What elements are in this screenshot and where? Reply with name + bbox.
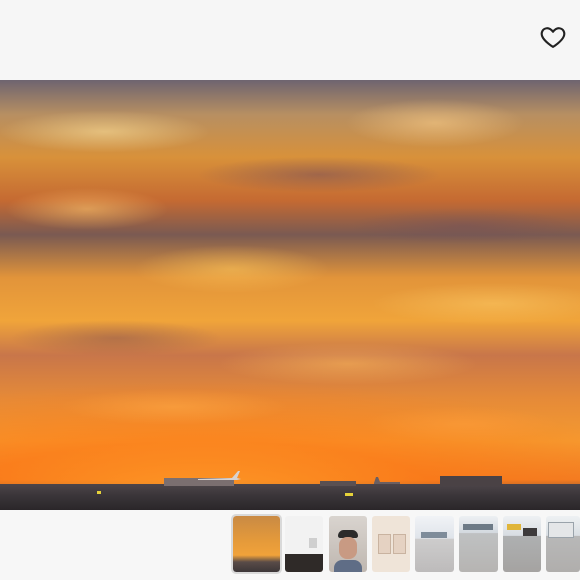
- hangar-building: [440, 476, 502, 486]
- thumb-yellow-vehicle: [507, 524, 521, 530]
- thumb-truck: [548, 522, 574, 538]
- thumbnail-strip: [0, 510, 580, 580]
- thumb-dark-vehicle: [523, 528, 537, 536]
- thumbnail-tarmac-3[interactable]: [503, 516, 541, 572]
- runway-light: [97, 491, 101, 494]
- runway-light: [345, 493, 353, 496]
- airplane-right: [374, 477, 400, 484]
- photo-clouds: [0, 80, 580, 510]
- thumbnail-sunset[interactable]: [231, 514, 282, 574]
- thumb-doc-panel-1: [378, 534, 391, 554]
- airplane-left: [198, 471, 241, 480]
- top-bar: [0, 0, 580, 80]
- small-building: [320, 481, 356, 486]
- main-photo[interactable]: [0, 80, 580, 510]
- thumbnail-room[interactable]: [285, 516, 323, 572]
- thumbnail-document[interactable]: [372, 516, 410, 572]
- thumb-room-item: [309, 538, 317, 548]
- thumb-person-face: [339, 537, 357, 559]
- thumb-room-floor: [285, 554, 323, 572]
- thumbnail-tarmac-4[interactable]: [546, 516, 580, 572]
- thumbnail-person[interactable]: [329, 516, 367, 572]
- favorite-heart-icon[interactable]: [538, 22, 568, 52]
- thumbnail-tarmac-2[interactable]: [459, 516, 498, 572]
- thumb-person-shirt: [334, 560, 362, 572]
- thumb-vehicle: [421, 532, 447, 538]
- thumbnail-tarmac-1[interactable]: [415, 516, 454, 572]
- thumb-doc-panel-2: [393, 534, 406, 554]
- photo-ground: [0, 484, 580, 510]
- thumb-structure: [463, 524, 493, 530]
